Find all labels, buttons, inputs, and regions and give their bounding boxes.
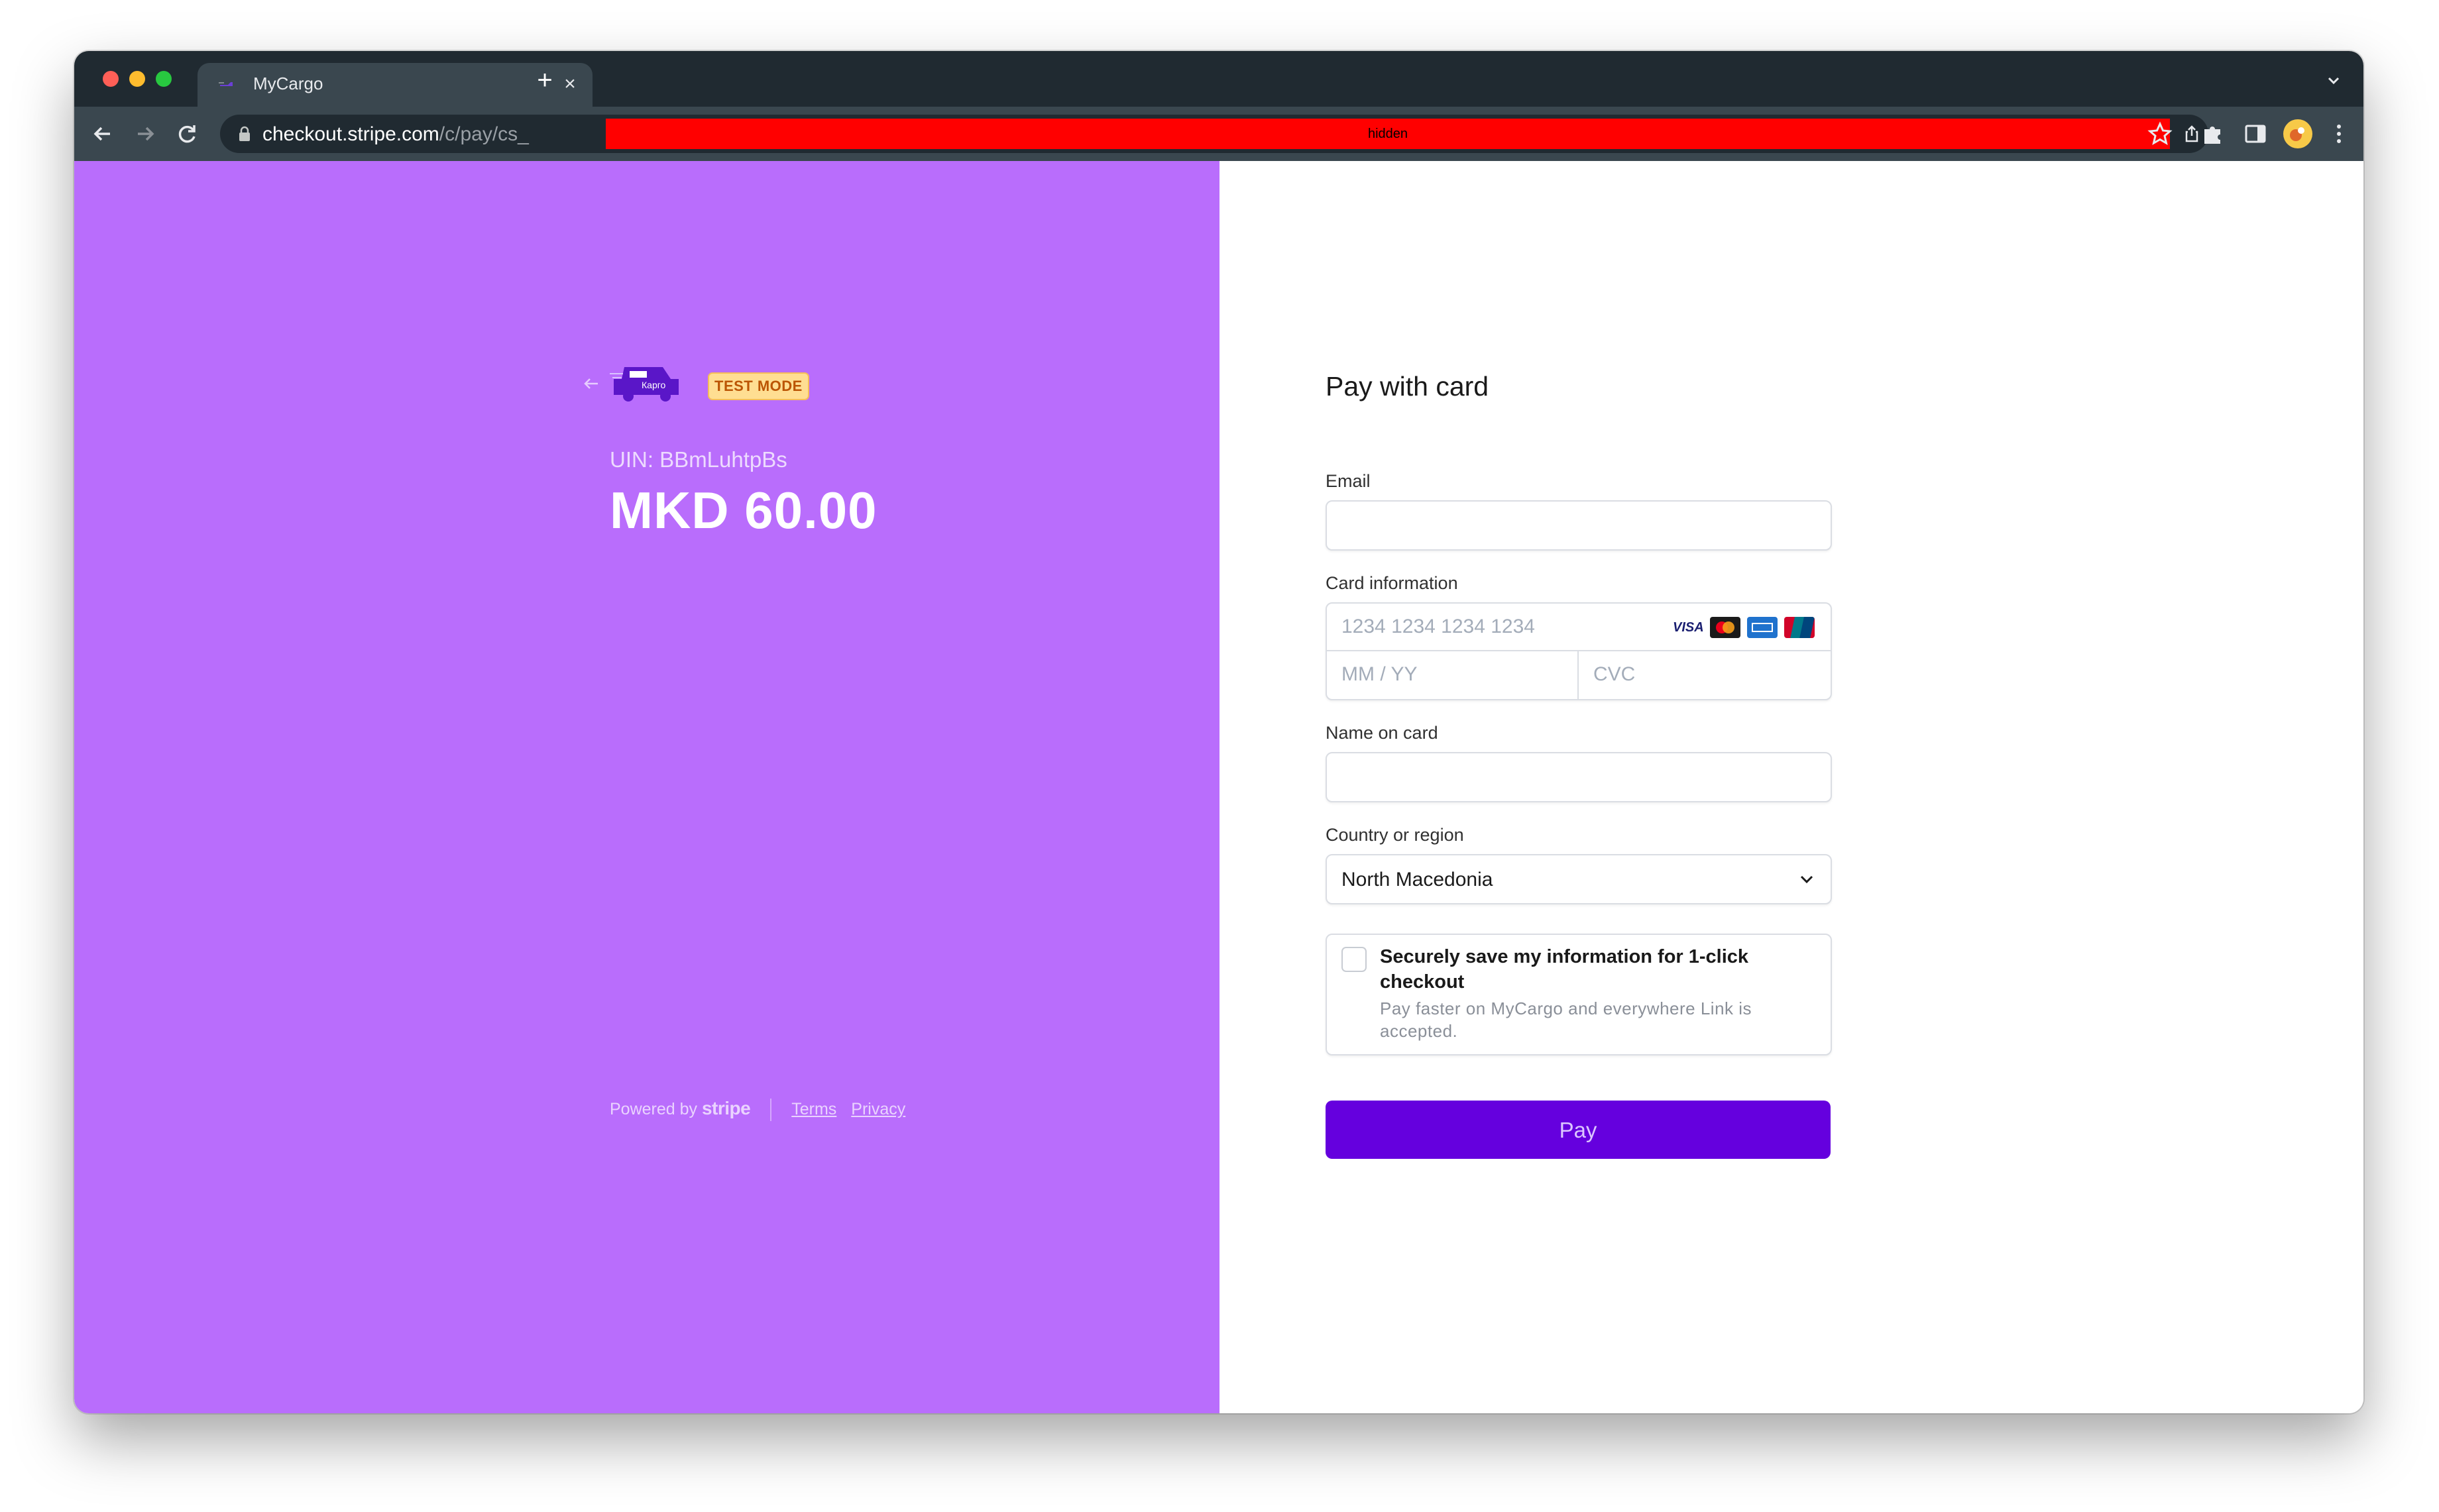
side-panel-icon[interactable] <box>2241 120 2269 148</box>
email-field-wrapper <box>1326 500 1832 551</box>
extensions-puzzle-icon[interactable] <box>2199 120 2227 148</box>
chevron-down-icon[interactable] <box>2324 71 2344 91</box>
save-info-description: Pay faster on MyCargo and everywhere Lin… <box>1380 999 1752 1041</box>
save-info-title[interactable]: Securely save my information for 1-click… <box>1380 944 1804 995</box>
terms-link[interactable]: Terms <box>791 1100 836 1118</box>
back-arrow-icon[interactable] <box>581 373 602 394</box>
powered-by-text: Powered by <box>610 1100 698 1118</box>
card-info-label: Card information <box>1326 573 1458 593</box>
order-summary-panel: Карго TEST MODE UIN: BBmLuhtpBs MKD 60.0… <box>74 161 1220 1413</box>
url-host: checkout.stripe.com <box>262 123 439 145</box>
test-mode-badge: TEST MODE <box>708 372 809 400</box>
name-on-card-label: Name on card <box>1326 723 1438 743</box>
cvc-wrapper <box>1579 651 1831 699</box>
expiry-wrapper <box>1327 651 1579 699</box>
redacted-url: hidden <box>606 119 2170 149</box>
chevron-down-icon <box>1800 875 1813 884</box>
close-tab-icon[interactable]: × <box>559 74 581 95</box>
country-label: Country or region <box>1326 825 1464 845</box>
card-number-row: VISA <box>1327 604 1831 651</box>
minimize-window-button[interactable] <box>129 71 145 87</box>
country-select[interactable]: North Macedonia <box>1326 854 1832 904</box>
link-save-box: Securely save my information for 1-click… <box>1326 934 1832 1055</box>
total-amount: MKD 60.00 <box>610 481 878 539</box>
card-number-input[interactable] <box>1327 604 1648 650</box>
cvc-input[interactable] <box>1579 651 1827 698</box>
browser-window: MyCargo × + checkout.stripe.com/c/pay/cs… <box>74 51 2363 1413</box>
favicon-icon <box>219 82 233 86</box>
new-tab-button[interactable]: + <box>532 67 558 93</box>
lock-icon[interactable] <box>237 126 252 142</box>
checkout-page: Карго TEST MODE UIN: BBmLuhtpBs MKD 60.0… <box>74 161 2363 1413</box>
visa-icon: VISA <box>1673 617 1704 638</box>
address-bar[interactable]: checkout.stripe.com/c/pay/cs_ hidden <box>220 115 2208 153</box>
email-field[interactable] <box>1327 502 1820 548</box>
back-arrow-icon[interactable] <box>87 119 118 149</box>
mastercard-icon <box>1710 617 1740 638</box>
browser-toolbar: checkout.stripe.com/c/pay/cs_ hidden <box>74 107 2363 161</box>
footer-divider <box>770 1099 772 1122</box>
product-name: UIN: BBmLuhtpBs <box>610 447 787 472</box>
logo-text: Карго <box>642 380 666 390</box>
form-heading: Pay with card <box>1326 371 1489 402</box>
profile-avatar[interactable] <box>2281 117 2314 150</box>
name-on-card-input[interactable] <box>1327 753 1820 800</box>
maximize-window-button[interactable] <box>156 71 172 87</box>
url-path: /c/pay/cs_ <box>439 123 529 145</box>
amex-icon <box>1747 617 1778 638</box>
country-value: North Macedonia <box>1341 869 1493 891</box>
reload-icon[interactable] <box>172 119 203 149</box>
unionpay-icon <box>1784 617 1815 638</box>
merchant-logo[interactable]: Карго <box>610 362 681 403</box>
pay-button[interactable]: Pay <box>1326 1101 1831 1159</box>
name-field-wrapper <box>1326 752 1832 802</box>
forward-arrow-icon[interactable] <box>130 119 160 149</box>
privacy-link[interactable]: Privacy <box>851 1100 905 1118</box>
tab-title: MyCargo <box>253 74 323 93</box>
redacted-label: hidden <box>1367 127 1408 141</box>
email-label: Email <box>1326 471 1371 491</box>
checkout-footer: Powered by stripe Terms Privacy <box>610 1098 920 1122</box>
url-text[interactable]: checkout.stripe.com/c/pay/cs_ <box>262 123 529 146</box>
payment-panel: Pay with card Email Card information VIS… <box>1220 161 2363 1413</box>
card-info-group: VISA <box>1326 602 1832 700</box>
stripe-logo[interactable]: stripe <box>702 1098 751 1118</box>
save-info-checkbox[interactable] <box>1341 947 1367 972</box>
expiry-input[interactable] <box>1327 651 1575 698</box>
menu-kebab-icon[interactable] <box>2325 120 2353 148</box>
close-window-button[interactable] <box>103 71 119 87</box>
tab-strip: MyCargo × + <box>74 51 2363 107</box>
bookmark-star-icon[interactable] <box>2146 120 2174 148</box>
